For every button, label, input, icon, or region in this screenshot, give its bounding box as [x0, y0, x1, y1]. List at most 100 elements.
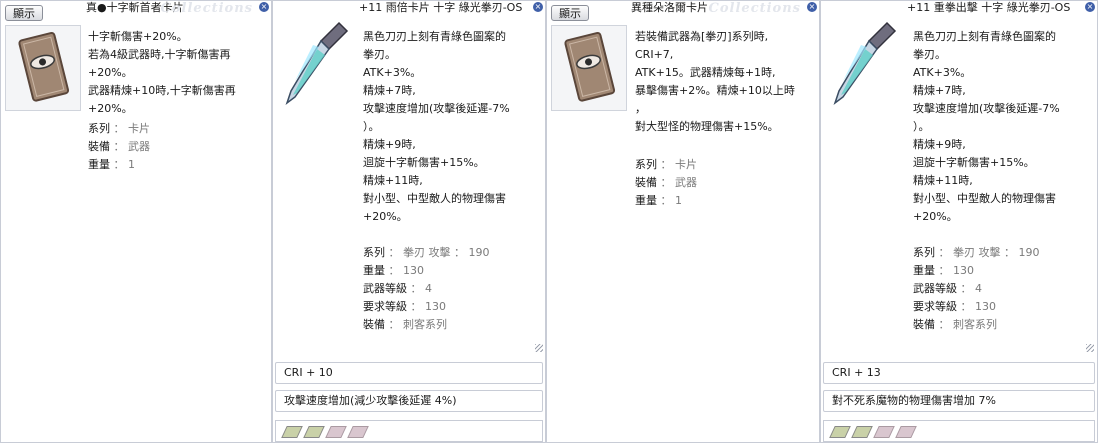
description-line: +20%。: [913, 210, 958, 223]
option-undead-damage: 對不死系魔物的物理傷害增加 7%: [823, 390, 1095, 412]
close-icon[interactable]: ×: [1085, 2, 1095, 12]
prop-key: 武器等級: [363, 282, 407, 295]
description: 黑色刀刃上刻有青綠色圖案的 拳刃。 ATK+3%。 精煉+7時, 攻擊速度增加(…: [913, 28, 1060, 226]
prop-key: 裝備: [88, 140, 110, 153]
description-line: 對小型、中型敵人的物理傷害: [913, 192, 1056, 205]
card-icon: [18, 31, 70, 102]
prop-equip: 裝備 ： 武器: [635, 176, 697, 189]
prop-key: 重量: [363, 264, 385, 277]
prop-weapon-level: 武器等級 ： 4: [363, 282, 432, 295]
prop-value: 武器: [675, 176, 697, 189]
description-line: 攻擊速度增加(攻擊後延遲-7%: [913, 102, 1060, 115]
weapon-image: [825, 15, 905, 111]
prop-value: 刺客系列: [953, 318, 997, 331]
resize-grip-icon[interactable]: [535, 344, 543, 352]
card-slot-icon[interactable]: [303, 426, 325, 438]
prop-value: 卡片: [675, 158, 697, 171]
show-button[interactable]: 顯示: [551, 5, 589, 21]
prop-value: 拳刃 攻擊 ： 190: [953, 246, 1040, 259]
description-line: ATK+3%。: [913, 66, 972, 79]
description-line: 黑色刀刃上刻有青綠色圖案的: [913, 30, 1056, 43]
description-line: ATK+15。武器精煉每+1時,: [635, 66, 776, 79]
properties: 系列 ： 拳刃 攻擊 ： 190 重量 ： 130 武器等級 ： 4 要求等級 …: [913, 244, 1040, 334]
prop-weapon-level: 武器等級 ： 4: [913, 282, 982, 295]
prop-key: 武器等級: [913, 282, 957, 295]
prop-key: 要求等級: [913, 300, 957, 313]
card-slot-icon[interactable]: [347, 426, 369, 438]
card-slot-icon[interactable]: [281, 426, 303, 438]
description-line: ）。: [913, 120, 930, 133]
prop-key: 重量: [635, 194, 657, 207]
description-line: ）。: [363, 120, 380, 133]
description-line: 攻擊速度增加(攻擊後延遲-7%: [363, 102, 510, 115]
properties: 系列 ： 卡片 裝備 ： 武器 重量 ： 1: [88, 120, 150, 174]
card-slot-icon[interactable]: [829, 426, 851, 438]
card-image: [5, 25, 81, 111]
prop-key: 重量: [88, 158, 110, 171]
prop-value: 130: [975, 300, 996, 313]
description-line: ，: [635, 102, 646, 115]
prop-key: 系列: [635, 158, 657, 171]
card-slot-icon[interactable]: [325, 426, 347, 438]
prop-value: 1: [675, 194, 682, 207]
option-cri: CRI + 10: [275, 362, 543, 384]
card-slot-icon[interactable]: [895, 426, 917, 438]
prop-series: 系列 ： 拳刃 攻擊 ： 190: [913, 246, 1040, 259]
description-line: 精煉+7時,: [913, 84, 966, 97]
item-title: 異種朵洛爾卡片: [631, 1, 708, 14]
prop-weight: 重量 ： 130: [913, 264, 974, 277]
description-line: 對小型、中型敵人的物理傷害: [363, 192, 506, 205]
card-image: [551, 25, 627, 111]
option-aspd: 攻擊速度增加(減少攻擊後延遲 4%): [275, 390, 543, 412]
description-line: 精煉+11時,: [363, 174, 423, 187]
resize-grip-icon[interactable]: [1086, 344, 1094, 352]
prop-key: 重量: [913, 264, 935, 277]
prop-equip: 裝備 ： 武器: [88, 140, 150, 153]
prop-equip: 裝備 ： 刺客系列: [363, 318, 447, 331]
prop-key: 要求等級: [363, 300, 407, 313]
card-slot-icon[interactable]: [851, 426, 873, 438]
description-line: 迴旋十字斬傷害+15%。: [913, 156, 1035, 169]
watermark: Collections: [708, 1, 801, 16]
description-line: 精煉+9時,: [363, 138, 416, 151]
prop-weight: 重量 ： 1: [635, 194, 682, 207]
description: 若裝備武器為[拳刃]系列時, CRI+7, ATK+15。武器精煉每+1時, 暴…: [635, 28, 795, 136]
item-title: +11 雨倍卡片 十字 綠光拳刃-OS: [359, 1, 523, 14]
card-slot-icon[interactable]: [873, 426, 895, 438]
description-line: 若為4級武器時,十字斬傷害再: [88, 48, 231, 61]
properties: 系列 ： 拳刃 攻擊 ： 190 重量 ： 130 武器等級 ： 4 要求等級 …: [363, 244, 490, 334]
prop-required-level: 要求等級 ： 130: [913, 300, 996, 313]
prop-series: 系列 ： 卡片: [88, 122, 150, 135]
description-line: 精煉+7時,: [363, 84, 416, 97]
description-line: 十字斬傷害+20%。: [88, 30, 188, 43]
prop-value: 130: [425, 300, 446, 313]
description-line: +20%。: [88, 66, 133, 79]
close-icon[interactable]: ×: [807, 2, 817, 12]
description-line: 精煉+9時,: [913, 138, 966, 151]
description-line: 暴擊傷害+2%。精煉+10以上時: [635, 84, 795, 97]
close-icon[interactable]: ×: [533, 2, 543, 12]
prop-weight: 重量 ： 130: [363, 264, 424, 277]
prop-value: 130: [403, 264, 424, 277]
prop-value: 4: [975, 282, 982, 295]
katar-icon: [833, 21, 897, 106]
description-line: 武器精煉+10時,十字斬傷害再: [88, 84, 236, 97]
item-tooltip-weapon-2: +11 重拳出擊 十字 綠光拳刃-OS × 黑色刀刃上刻有青綠色圖案的 拳刃。 …: [820, 0, 1098, 443]
description-line: CRI+7,: [635, 48, 674, 61]
prop-key: 裝備: [635, 176, 657, 189]
show-button[interactable]: 顯示: [5, 5, 43, 21]
prop-value: 武器: [128, 140, 150, 153]
tooltip-titlebar: +11 重拳出擊 十字 綠光拳刃-OS: [821, 1, 1097, 15]
option-cri: CRI + 13: [823, 362, 1095, 384]
description-line: +20%。: [88, 102, 133, 115]
description-line: 精煉+11時,: [913, 174, 973, 187]
card-slots: [275, 420, 543, 442]
prop-value: 1: [128, 158, 135, 171]
prop-value: 130: [953, 264, 974, 277]
prop-key: 裝備: [363, 318, 385, 331]
close-icon[interactable]: ×: [259, 2, 269, 12]
prop-value: 刺客系列: [403, 318, 447, 331]
description-line: ATK+3%。: [363, 66, 422, 79]
description-line: 黑色刀刃上刻有青綠色圖案的: [363, 30, 506, 43]
description-line: 拳刃。: [363, 48, 396, 61]
